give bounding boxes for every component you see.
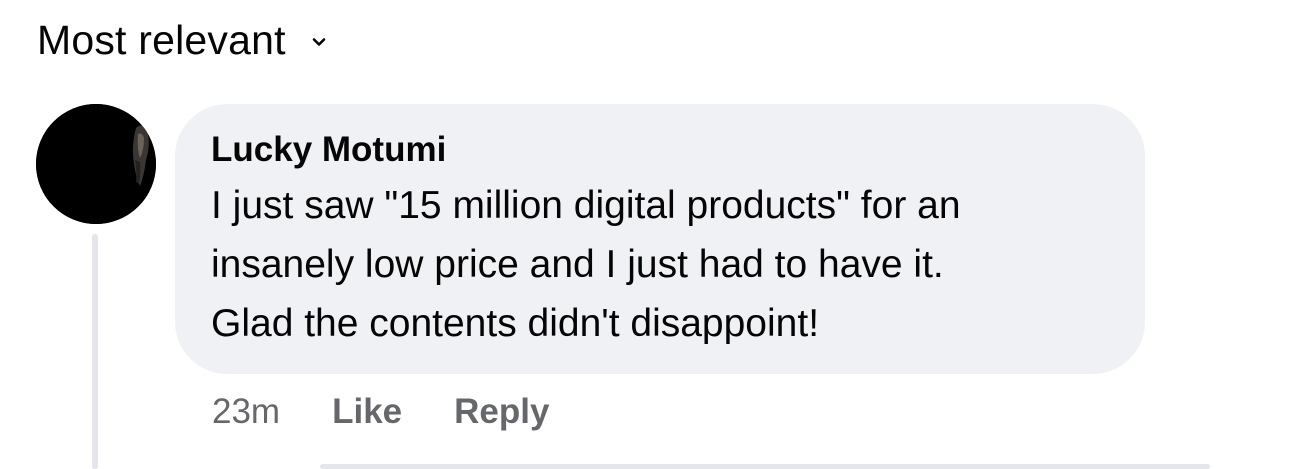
- thread-line: [92, 234, 98, 469]
- comment-text: I just saw "15 million digital products"…: [211, 184, 961, 345]
- sort-dropdown[interactable]: Most relevant: [37, 14, 326, 66]
- reply-divider: [320, 464, 1210, 469]
- comment-bubble: Lucky Motumi I just saw "15 million digi…: [175, 104, 1145, 374]
- comment-author[interactable]: Lucky Motumi: [211, 128, 446, 172]
- comment-actions: 23m Like Reply: [212, 388, 549, 436]
- like-button[interactable]: Like: [332, 392, 402, 432]
- sort-label: Most relevant: [37, 17, 286, 63]
- avatar[interactable]: [36, 104, 156, 224]
- comment-timestamp[interactable]: 23m: [212, 392, 280, 432]
- chevron-down-icon: [312, 35, 326, 49]
- reply-button[interactable]: Reply: [454, 392, 549, 432]
